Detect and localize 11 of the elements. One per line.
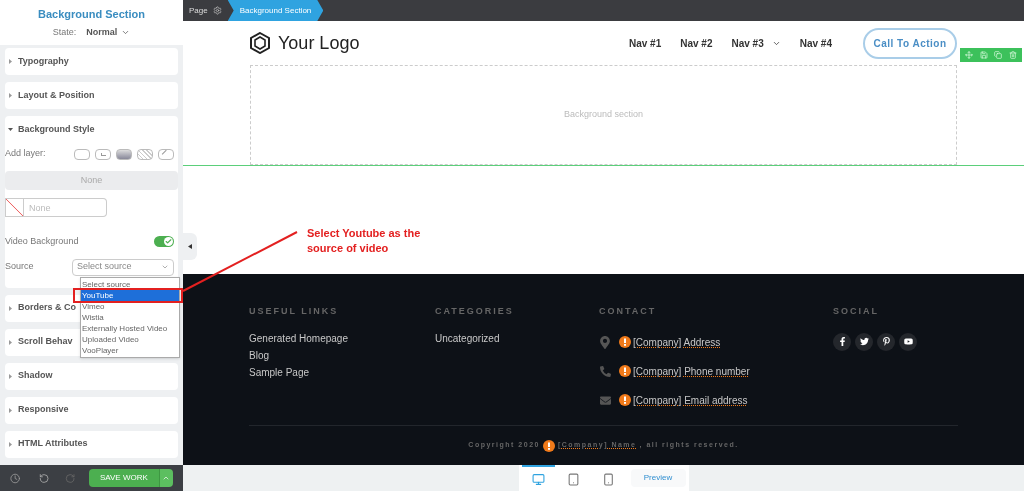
panel-title: Background Section (38, 6, 145, 22)
source-label: Source (5, 260, 34, 274)
annotation-text: Select Youtube as the source of video (307, 226, 421, 256)
footer-heading: USEFUL LINKS (249, 305, 340, 318)
footer-heading: CONTACT (599, 305, 658, 318)
state-label: State: (52, 26, 77, 39)
video-background-label: Video Background (5, 235, 79, 248)
footer-heading: SOCIAL (833, 305, 880, 318)
add-layer-label: Add layer: (5, 147, 46, 161)
footer-heading: CATEGORIES (435, 305, 515, 318)
section-placeholder: Background section (563, 108, 644, 122)
